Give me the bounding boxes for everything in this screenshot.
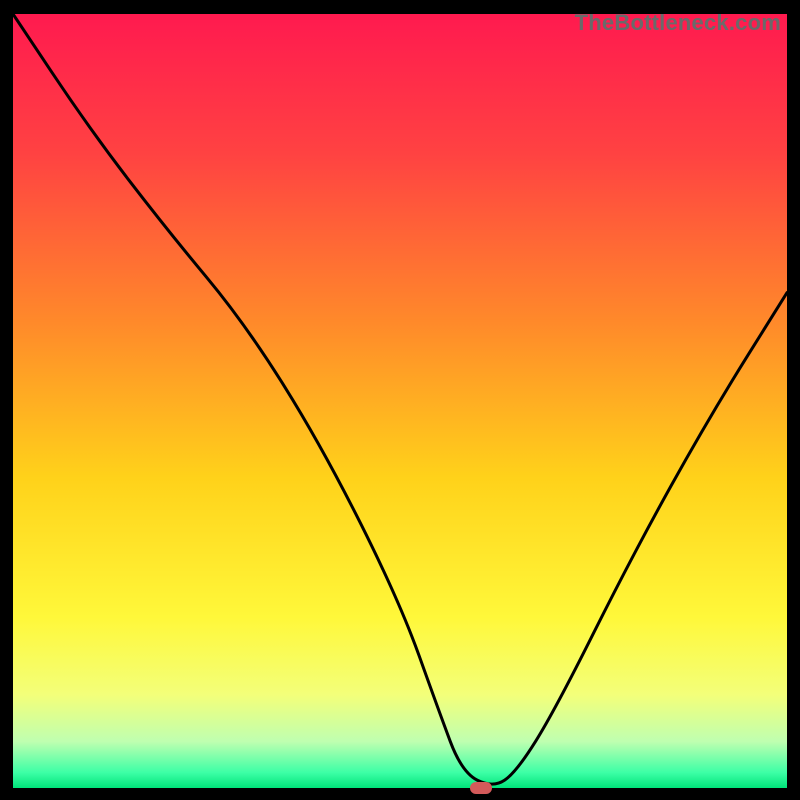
- attribution-text: TheBottleneck.com: [575, 10, 781, 36]
- gradient-background: [13, 14, 787, 788]
- optimal-marker: [470, 782, 492, 794]
- chart-frame: TheBottleneck.com: [13, 14, 787, 788]
